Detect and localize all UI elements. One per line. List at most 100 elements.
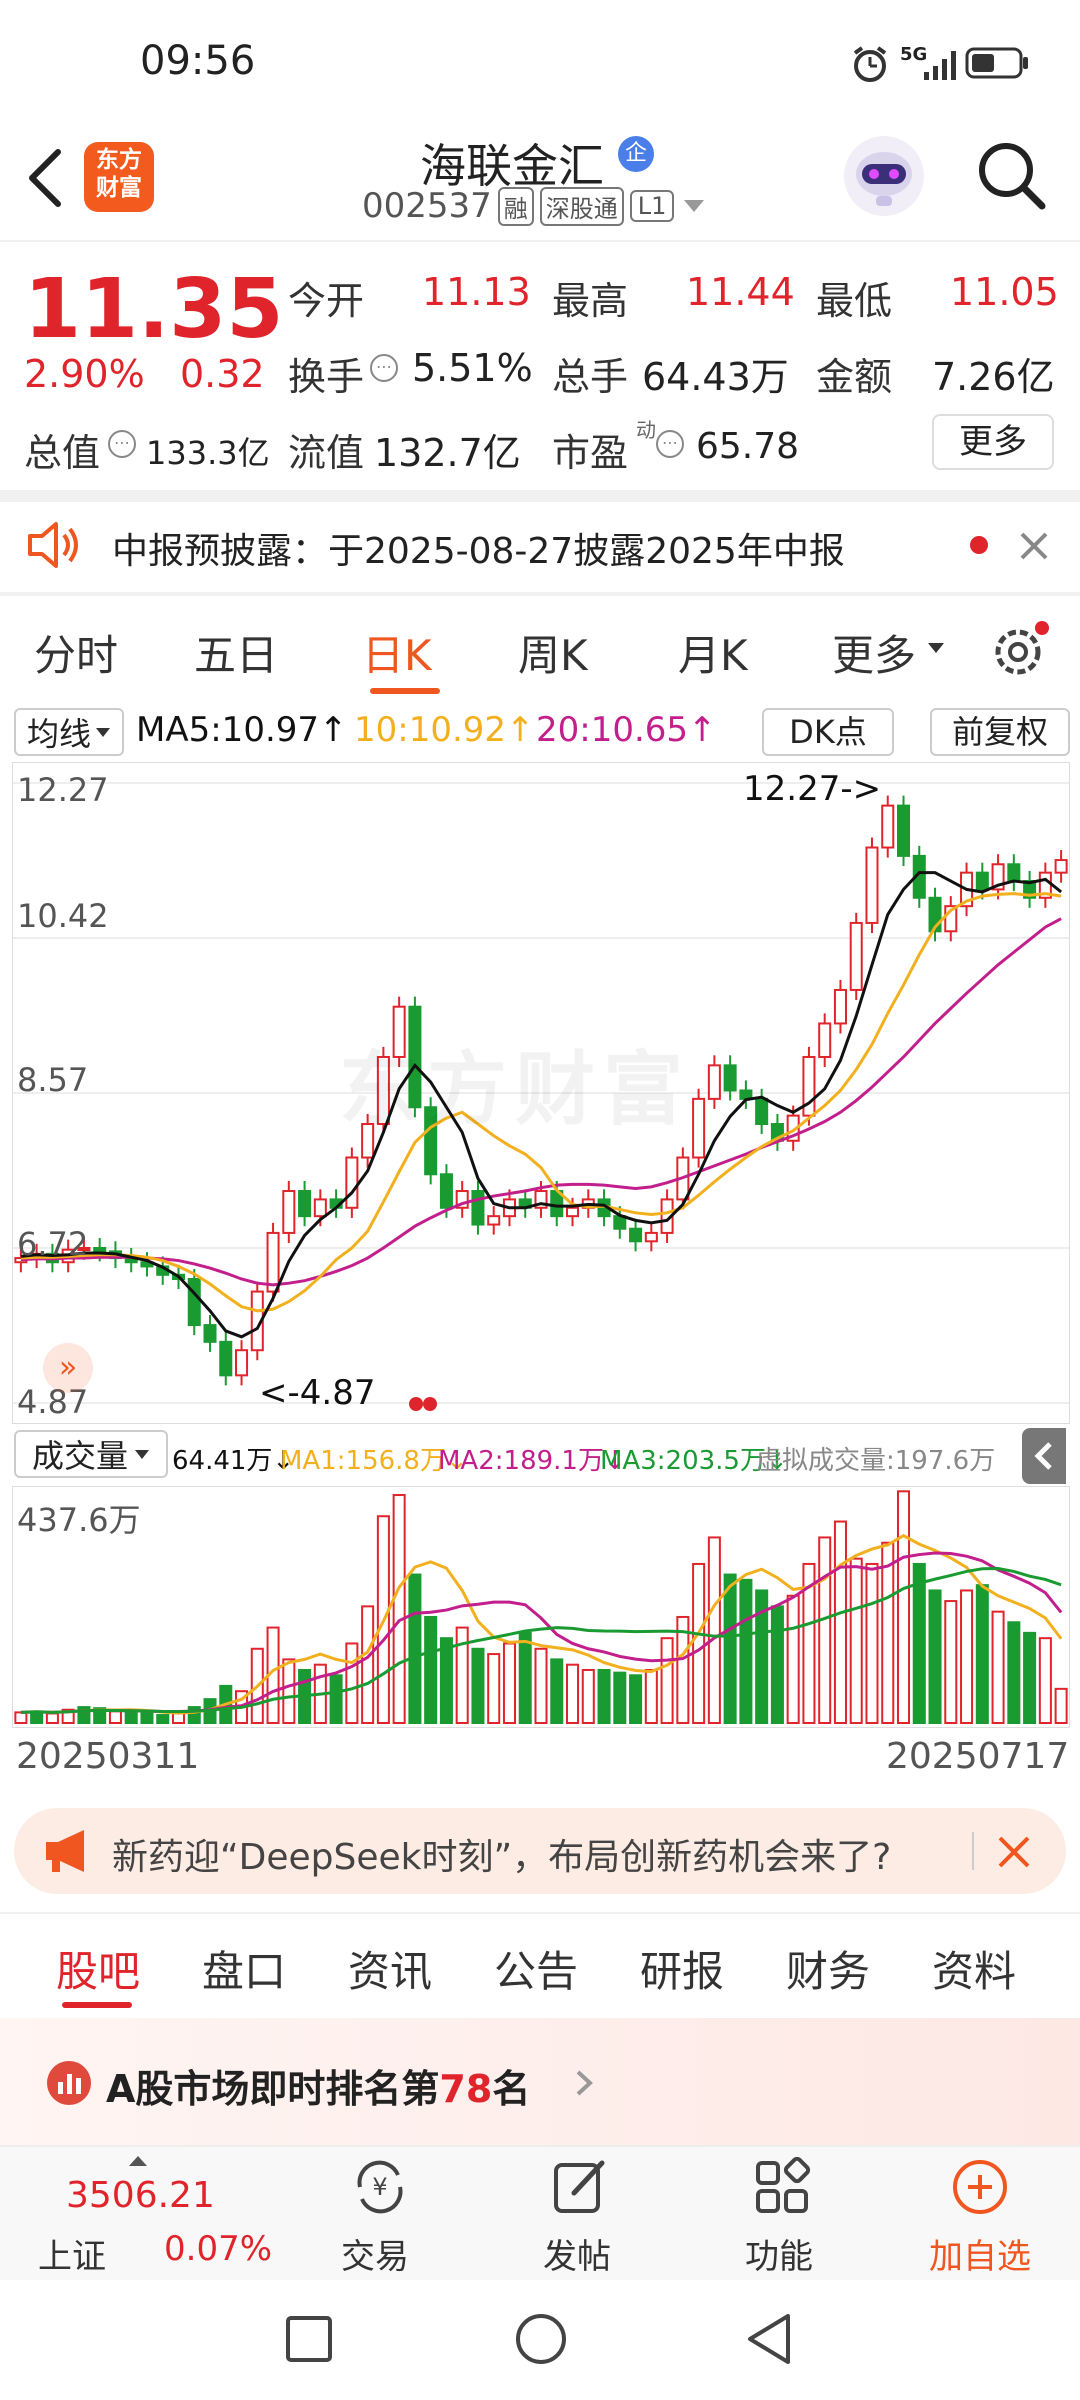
ma20-legend: 20:10.65↑	[536, 710, 717, 750]
stock-code: 002537	[362, 186, 492, 226]
info-icon[interactable]: ⋯	[108, 430, 136, 458]
plus-circle-icon	[953, 2160, 1007, 2214]
turnover-value: 5.51%	[412, 346, 533, 390]
volume-bar	[392, 1494, 406, 1724]
functions-button[interactable]: 功能	[724, 2157, 834, 2277]
volume-bar	[581, 1668, 595, 1725]
index-ticker[interactable]: 3506.21 上证 0.07%	[0, 2147, 272, 2282]
event-marker[interactable]	[409, 1397, 423, 1411]
volume-indicator-select[interactable]: 成交量	[14, 1430, 168, 1478]
tab-finance[interactable]: 财务	[786, 1938, 870, 1999]
min-price-annotation: <-4.87	[259, 1373, 376, 1413]
volume-bar	[487, 1653, 501, 1724]
tab-intraday[interactable]: 分时	[34, 622, 118, 683]
back-arrow-icon[interactable]	[24, 146, 64, 210]
bottom-toolbar: 3506.21 上证 0.07% ¥ 交易 发帖 功能 加自选	[0, 2145, 1080, 2282]
volume-chart[interactable]: 437.6万	[12, 1486, 1070, 1728]
volume-bar	[329, 1674, 343, 1724]
tab-profile[interactable]: 资料	[932, 1938, 1016, 1999]
dk-point-button[interactable]: DK点	[762, 708, 894, 756]
volume-bar	[865, 1562, 879, 1724]
volume-bar	[818, 1536, 832, 1724]
candle-body	[833, 988, 847, 1025]
candle-body	[566, 1206, 580, 1218]
index-name: 上证	[38, 2237, 106, 2277]
notice-bar[interactable]: 中报预披露：于2025-08-27披露2025年中报	[0, 502, 1080, 588]
tab-research[interactable]: 研报	[640, 1938, 724, 1999]
close-icon[interactable]	[1018, 530, 1050, 562]
dropdown-triangle-icon	[96, 728, 110, 737]
tab-weekly-k[interactable]: 周K	[518, 622, 588, 683]
volume-bar	[960, 1589, 974, 1725]
volume-bar	[14, 1711, 28, 1725]
candle-body	[298, 1190, 312, 1218]
volume-bar	[345, 1642, 359, 1725]
virtual-volume: 虚拟成交量:197.6万	[756, 1446, 996, 1476]
expand-arrows-icon[interactable]: »	[43, 1343, 93, 1393]
back-icon[interactable]	[744, 2312, 794, 2366]
tab-announcements[interactable]: 公告	[494, 1938, 578, 1999]
info-icon[interactable]: ⋯	[370, 354, 398, 382]
tab-news[interactable]: 资讯	[348, 1938, 432, 1999]
home-icon[interactable]	[514, 2312, 568, 2366]
y-tick: 8.57	[17, 1061, 89, 1099]
volume-ma2: MA2:189.1万↓	[438, 1446, 626, 1476]
adjust-button[interactable]: 前复权	[930, 708, 1070, 756]
max-price-annotation: 12.27->	[743, 769, 882, 809]
dropdown-triangle-icon[interactable]	[682, 196, 706, 216]
unread-dot	[970, 536, 988, 554]
high-label: 最高	[552, 279, 629, 323]
volume-label: 总手	[552, 355, 629, 399]
promo-banner[interactable]: 新药迎“DeepSeek时刻”，布局创新药机会来了?	[14, 1808, 1066, 1894]
tab-5day[interactable]: 五日	[194, 622, 278, 683]
tab-orderbook[interactable]: 盘口	[202, 1938, 286, 1999]
volume-bar	[108, 1710, 122, 1724]
candle-body	[1007, 863, 1021, 883]
recent-apps-icon[interactable]	[284, 2314, 334, 2364]
candle-body	[313, 1198, 327, 1218]
volume-bar	[45, 1712, 59, 1724]
volume-bar	[424, 1615, 438, 1724]
y-tick: 6.72	[17, 1225, 89, 1263]
volume-bar	[439, 1637, 453, 1724]
indicator-select[interactable]: 均线	[14, 708, 124, 756]
stock-code-row: 002537 融 深股通 L1	[362, 186, 706, 226]
volume-bar	[928, 1589, 942, 1725]
collapse-panel-button[interactable]	[1022, 1428, 1066, 1484]
robot-avatar-icon[interactable]	[842, 134, 926, 218]
volume-current: 64.41万↓	[172, 1446, 295, 1476]
dropdown-triangle-icon[interactable]	[926, 640, 946, 656]
chevron-right-icon	[576, 2070, 593, 2096]
x-end-date: 20250717	[886, 1736, 1070, 1777]
megaphone-icon	[46, 1830, 84, 1872]
status-bar: 09:56 5G	[0, 0, 1080, 120]
volume-bar	[660, 1637, 674, 1724]
kline-chart[interactable]: 12.27 10.42 8.57 6.72 4.87 12.27-> <-4.8…	[12, 762, 1070, 1424]
info-icon[interactable]: ⋯	[656, 430, 684, 458]
search-icon[interactable]	[976, 140, 1046, 210]
level-badge[interactable]: L1	[629, 190, 675, 222]
candle-body	[818, 1022, 832, 1058]
candle-body	[896, 804, 911, 857]
tab-daily-k[interactable]: 日K	[362, 622, 432, 683]
tab-monthly-k[interactable]: 月K	[678, 622, 748, 683]
candle-body	[266, 1231, 280, 1293]
post-button[interactable]: 发帖	[522, 2157, 632, 2277]
close-icon[interactable]	[996, 1834, 1032, 1870]
eastmoney-logo[interactable]: 东方 财富	[84, 142, 154, 212]
mktcap-value: 133.3亿	[146, 434, 270, 472]
enterprise-badge[interactable]: 企	[618, 136, 654, 172]
ranking-card[interactable]: A股市场即时排名第78名	[0, 2018, 1080, 2145]
more-quote-button[interactable]: 更多	[932, 414, 1054, 470]
battery-icon	[965, 47, 1028, 79]
volume-bar	[282, 1658, 296, 1724]
candle-body	[203, 1324, 217, 1343]
candle-body	[1054, 859, 1068, 874]
tab-forum[interactable]: 股吧	[56, 1938, 140, 1999]
volume-bar	[991, 1610, 1005, 1724]
settings-gear-icon[interactable]	[990, 620, 1054, 680]
tab-more[interactable]: 更多	[832, 622, 916, 683]
add-watchlist-button[interactable]: 加自选	[912, 2157, 1048, 2277]
event-marker[interactable]	[423, 1397, 437, 1411]
trade-button[interactable]: ¥ 交易	[320, 2157, 430, 2277]
